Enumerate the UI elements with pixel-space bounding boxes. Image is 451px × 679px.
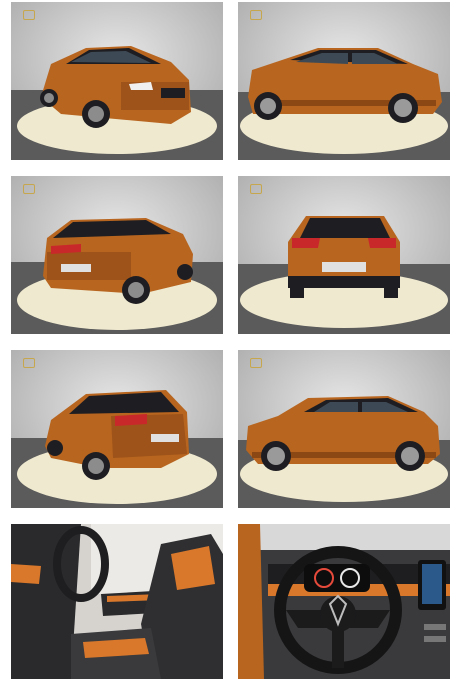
dashboard-steering-wheel-photo[interactable] [238, 524, 450, 679]
side-left-photo[interactable] [238, 350, 450, 508]
rear-photo[interactable] [238, 176, 450, 334]
dealer-logo-watermark [250, 10, 266, 20]
interior-front-seats-photo[interactable] [11, 524, 223, 679]
side-right-photo[interactable] [238, 2, 450, 160]
dealer-logo-watermark [23, 10, 39, 20]
rear-left-three-quarter-photo[interactable] [11, 176, 223, 334]
dealer-logo-watermark [250, 358, 266, 368]
dealer-logo-watermark [23, 358, 39, 368]
dealer-logo-watermark [250, 184, 266, 194]
dealer-logo-watermark [23, 184, 39, 194]
rear-right-three-quarter-photo[interactable] [11, 350, 223, 508]
front-left-three-quarter-photo[interactable] [11, 2, 223, 160]
